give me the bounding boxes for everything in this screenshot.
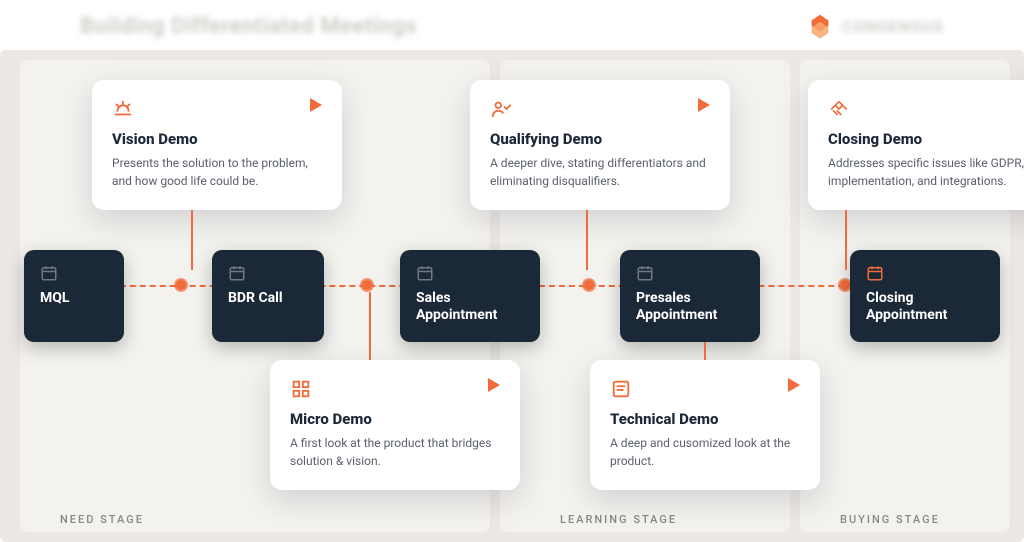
connector-line xyxy=(704,342,706,360)
timeline-knot xyxy=(174,278,188,292)
demo-title: Micro Demo xyxy=(290,410,500,428)
demo-desc: A deeper dive, stating differentiators a… xyxy=(490,154,710,190)
demo-desc: Addresses specific issues like GDPR, imp… xyxy=(828,154,1024,190)
connector-line xyxy=(369,292,371,360)
calendar-icon xyxy=(636,264,654,282)
demo-qualifying: Qualifying Demo A deeper dive, stating d… xyxy=(470,80,730,210)
demo-title: Vision Demo xyxy=(112,130,322,148)
calendar-icon xyxy=(228,264,246,282)
demo-vision: Vision Demo Presents the solution to the… xyxy=(92,80,342,210)
stage-presales: Presales Appointment xyxy=(620,250,760,342)
calendar-icon xyxy=(40,264,58,282)
phase-label-learning: LEARNING STAGE xyxy=(560,513,677,526)
user-check-icon xyxy=(490,98,512,120)
stage-label: BDR Call xyxy=(228,290,308,307)
demo-micro: Micro Demo A first look at the product t… xyxy=(270,360,520,490)
demo-title: Technical Demo xyxy=(610,410,800,428)
connector-line xyxy=(191,210,193,270)
page-title: Building Differentiated Meetings xyxy=(80,14,417,39)
timeline-knot xyxy=(582,278,596,292)
sunrise-icon xyxy=(112,98,134,120)
connector-line xyxy=(845,210,847,270)
demo-title: Qualifying Demo xyxy=(490,130,710,148)
brand: CONSENSUS xyxy=(806,12,944,40)
demo-desc: A first look at the product that bridges… xyxy=(290,434,500,470)
play-icon[interactable] xyxy=(488,378,500,392)
play-icon[interactable] xyxy=(788,378,800,392)
stage-label: Sales Appointment xyxy=(416,290,524,324)
demo-title: Closing Demo xyxy=(828,130,1024,148)
connector-line xyxy=(586,210,588,270)
play-icon[interactable] xyxy=(310,98,322,112)
document-icon xyxy=(610,378,632,400)
play-icon[interactable] xyxy=(698,98,710,112)
stage-bdr: BDR Call xyxy=(212,250,324,342)
stage-label: MQL xyxy=(40,290,108,307)
grid-icon xyxy=(290,378,312,400)
stage-label: Presales Appointment xyxy=(636,290,744,324)
header: Building Differentiated Meetings CONSENS… xyxy=(80,12,944,40)
calendar-icon xyxy=(866,264,884,282)
phase-label-need: NEED STAGE xyxy=(60,513,144,526)
stage-sales: Sales Appointment xyxy=(400,250,540,342)
stage-closing: Closing Appointment xyxy=(850,250,1000,342)
brand-logo-icon xyxy=(806,12,834,40)
stage-mql: MQL xyxy=(24,250,124,342)
brand-text: CONSENSUS xyxy=(842,17,944,36)
demo-technical: Technical Demo A deep and cusomized look… xyxy=(590,360,820,490)
phase-label-buying: BUYING STAGE xyxy=(840,513,940,526)
demo-desc: A deep and cusomized look at the product… xyxy=(610,434,800,470)
timeline-knot xyxy=(360,278,374,292)
calendar-icon xyxy=(416,264,434,282)
demo-closing: Closing Demo Addresses specific issues l… xyxy=(808,80,1024,210)
demo-desc: Presents the solution to the problem, an… xyxy=(112,154,322,190)
handshake-icon xyxy=(828,98,850,120)
stage-label: Closing Appointment xyxy=(866,290,984,324)
